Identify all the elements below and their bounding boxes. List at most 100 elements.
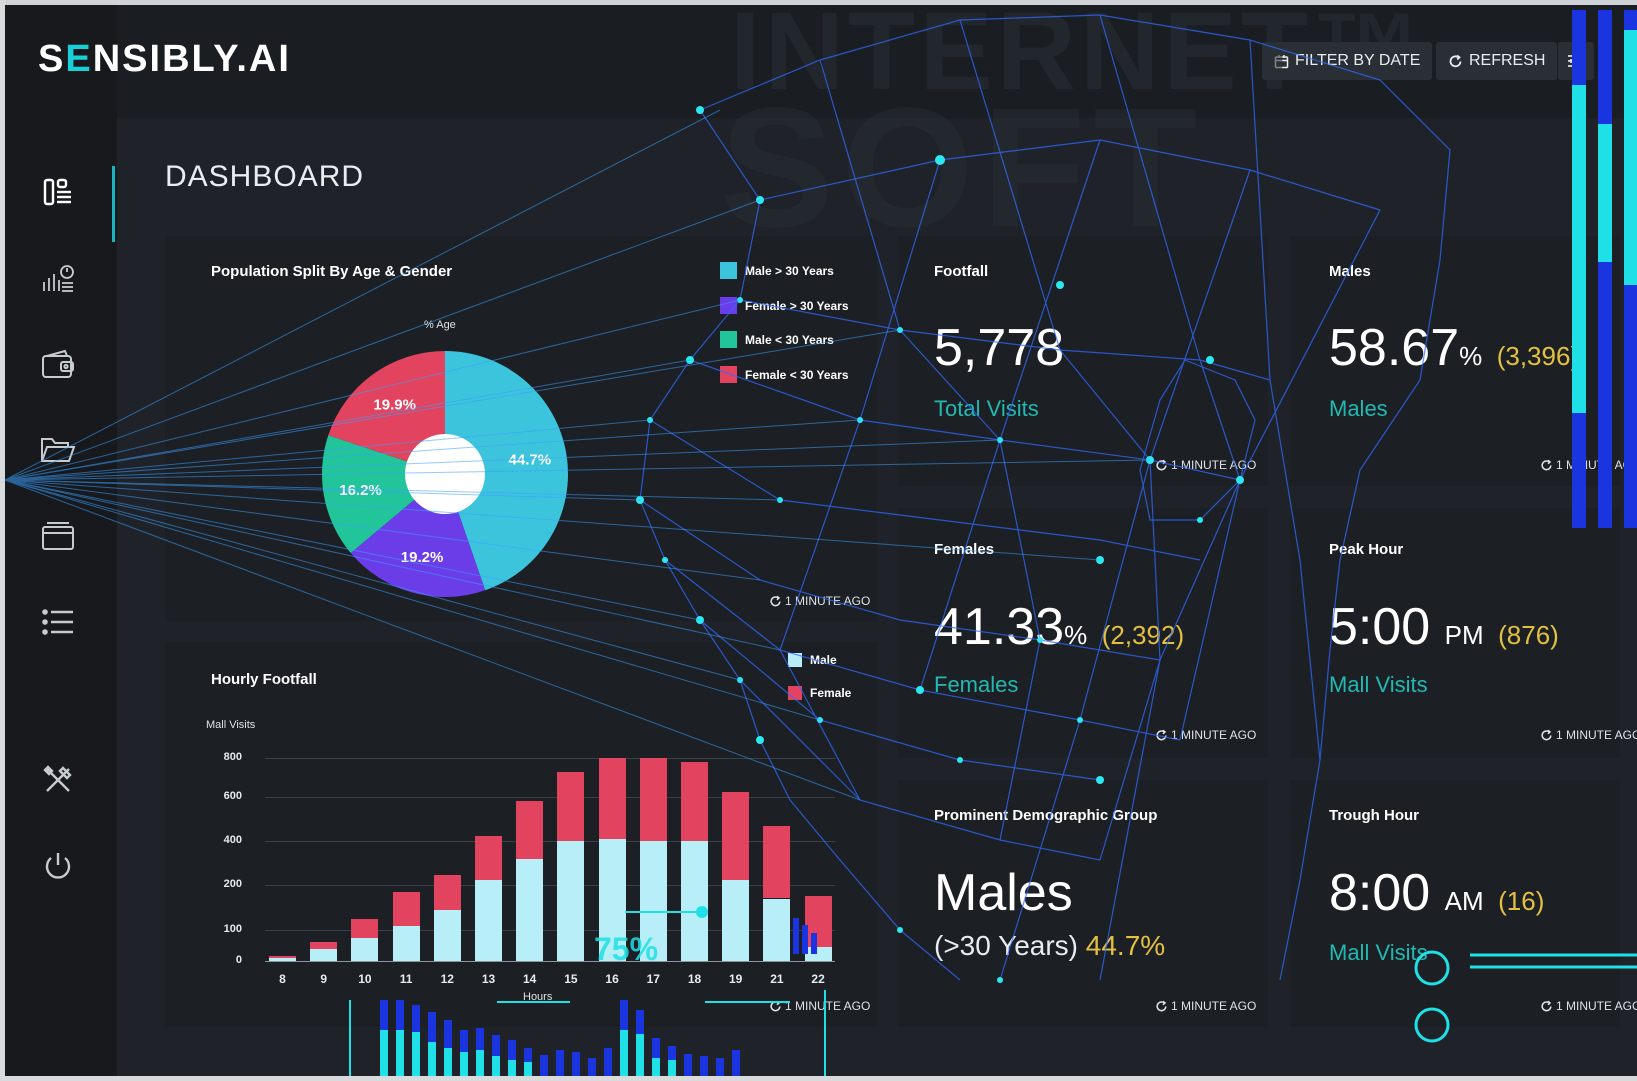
trough-hour-updated[interactable]: 1 MINUTE AGO <box>1540 999 1637 1013</box>
vu-meter-fill-3 <box>1624 30 1637 285</box>
males-count: (3,396) <box>1496 341 1580 371</box>
analytics-icon[interactable] <box>38 258 78 298</box>
bar-male-8[interactable] <box>269 957 296 961</box>
legend-female-under-30[interactable]: Female < 30 Years <box>720 366 849 383</box>
bar-female-12[interactable] <box>433 875 461 910</box>
bar-male-18[interactable] <box>681 841 708 961</box>
bar-female-11[interactable] <box>392 891 420 926</box>
bar-male-21[interactable] <box>763 898 791 961</box>
bar-male-19[interactable] <box>722 879 750 961</box>
footfall-title: Footfall <box>934 263 989 280</box>
bar-female-21[interactable] <box>763 825 791 899</box>
legend-female-over-30[interactable]: Female > 30 Years <box>720 297 849 314</box>
legend-label-female-over-30: Female > 30 Years <box>745 298 849 313</box>
grid-line <box>265 797 835 798</box>
bar-male-9[interactable] <box>310 948 338 961</box>
pie-slice-label-4: 19.9% <box>373 396 416 413</box>
bar-male-11[interactable] <box>392 925 420 961</box>
trough-hour-title: Trough Hour <box>1329 807 1419 824</box>
bar-female-22[interactable] <box>804 896 832 948</box>
footfall-updated[interactable]: 1 MINUTE AGO <box>1155 458 1256 472</box>
bar-male-12[interactable] <box>433 909 461 961</box>
legend-swatch-female-over-30 <box>720 297 737 314</box>
legend-male-over-30[interactable]: Male > 30 Years <box>720 262 834 279</box>
card-icon[interactable] <box>38 516 78 556</box>
tools-icon[interactable] <box>38 760 78 800</box>
females-title: Females <box>934 541 995 558</box>
app-logo[interactable]: SENSIBLY.AI <box>38 38 291 81</box>
bar-male-22[interactable] <box>804 947 832 961</box>
trough-hour-updated-text: 1 MINUTE AGO <box>1556 999 1637 1013</box>
bar-female-14[interactable] <box>516 801 544 859</box>
wallet-icon[interactable] <box>38 344 78 384</box>
refresh-small-icon <box>770 595 781 606</box>
legend-swatch-female <box>788 686 802 700</box>
prominent-value: Males <box>934 864 1073 922</box>
bar-male-16[interactable] <box>598 838 626 961</box>
prominent-title: Prominent Demographic Group <box>934 807 1158 824</box>
refresh-icon <box>1449 54 1462 67</box>
peak-hour-updated[interactable]: 1 MINUTE AGO <box>1540 728 1637 742</box>
bar-female-9[interactable] <box>310 942 338 949</box>
refresh-button[interactable]: REFRESH <box>1436 42 1558 80</box>
folder-icon[interactable] <box>38 430 78 470</box>
bar-female-17[interactable] <box>639 758 667 841</box>
grid-line <box>265 885 835 886</box>
vu-meter-bar-2 <box>1598 10 1612 528</box>
x-tick-label: 10 <box>358 972 372 986</box>
legend-female[interactable]: Female <box>788 686 851 700</box>
logo-rest: NSIBLY.AI <box>92 38 291 80</box>
x-tick-label: 12 <box>440 972 454 986</box>
page-title: DASHBOARD <box>165 160 365 193</box>
prominent-updated-text: 1 MINUTE AGO <box>1171 999 1257 1013</box>
y-tick-label: 400 <box>223 834 242 846</box>
x-tick-label: 11 <box>399 972 413 986</box>
power-icon[interactable] <box>38 846 78 886</box>
males-value: 58.67 <box>1329 319 1460 377</box>
males-updated[interactable]: 1 MINUTE AGO <box>1540 458 1637 472</box>
x-tick-label: 8 <box>279 972 286 986</box>
females-sub: Females <box>934 672 1019 697</box>
refresh-small-icon <box>1541 729 1552 740</box>
pie-center-hole <box>405 434 485 514</box>
legend-label-male: Male <box>810 653 837 667</box>
legend-label-female-under-30: Female < 30 Years <box>745 367 849 382</box>
dashboard-icon[interactable] <box>38 172 78 212</box>
population-updated-text: 1 MINUTE AGO <box>785 594 871 608</box>
list-icon[interactable] <box>38 602 78 642</box>
bar-female-19[interactable] <box>722 792 750 880</box>
bar-female-15[interactable] <box>557 771 585 841</box>
pie-slice-label-3: 16.2% <box>339 482 382 499</box>
peak-hour-value: 5:00 <box>1329 598 1431 656</box>
prominent-detail: (>30 Years) <box>934 930 1078 961</box>
legend-male[interactable]: Male <box>788 653 837 667</box>
x-tick-label: 18 <box>687 972 702 986</box>
window-bottom-edge <box>0 1076 1637 1081</box>
pie-caption: % Age <box>424 319 456 331</box>
y-tick-label: 100 <box>223 923 242 935</box>
bar-female-13[interactable] <box>475 835 502 880</box>
females-updated[interactable]: 1 MINUTE AGO <box>1155 728 1256 742</box>
hourly-updated[interactable]: 1 MINUTE AGO <box>769 999 870 1013</box>
bar-female-16[interactable] <box>598 758 626 839</box>
bar-female-18[interactable] <box>681 761 708 841</box>
bar-female-8[interactable] <box>269 956 296 958</box>
bar-male-10[interactable] <box>351 937 379 961</box>
bar-female-10[interactable] <box>351 918 379 938</box>
pie-slice-label-2: 19.2% <box>401 549 444 566</box>
bar-male-13[interactable] <box>475 879 502 961</box>
y-tick-label: 200 <box>223 878 242 890</box>
bar-male-17[interactable] <box>639 841 667 961</box>
legend-male-under-30[interactable]: Male < 30 Years <box>720 331 834 348</box>
population-updated[interactable]: 1 MINUTE AGO <box>769 594 870 608</box>
bar-male-15[interactable] <box>557 841 585 961</box>
prominent-updated[interactable]: 1 MINUTE AGO <box>1155 999 1256 1013</box>
population-title: Population Split By Age & Gender <box>211 263 453 280</box>
vu-meter-fill-1 <box>1572 85 1586 413</box>
refresh-small-icon <box>1156 729 1167 740</box>
bar-male-14[interactable] <box>516 858 544 961</box>
legend-swatch-male-under-30 <box>720 331 737 348</box>
logo-letter-e: E <box>65 38 93 80</box>
legend-label-female: Female <box>810 686 852 700</box>
refresh-label: REFRESH <box>1469 52 1546 69</box>
